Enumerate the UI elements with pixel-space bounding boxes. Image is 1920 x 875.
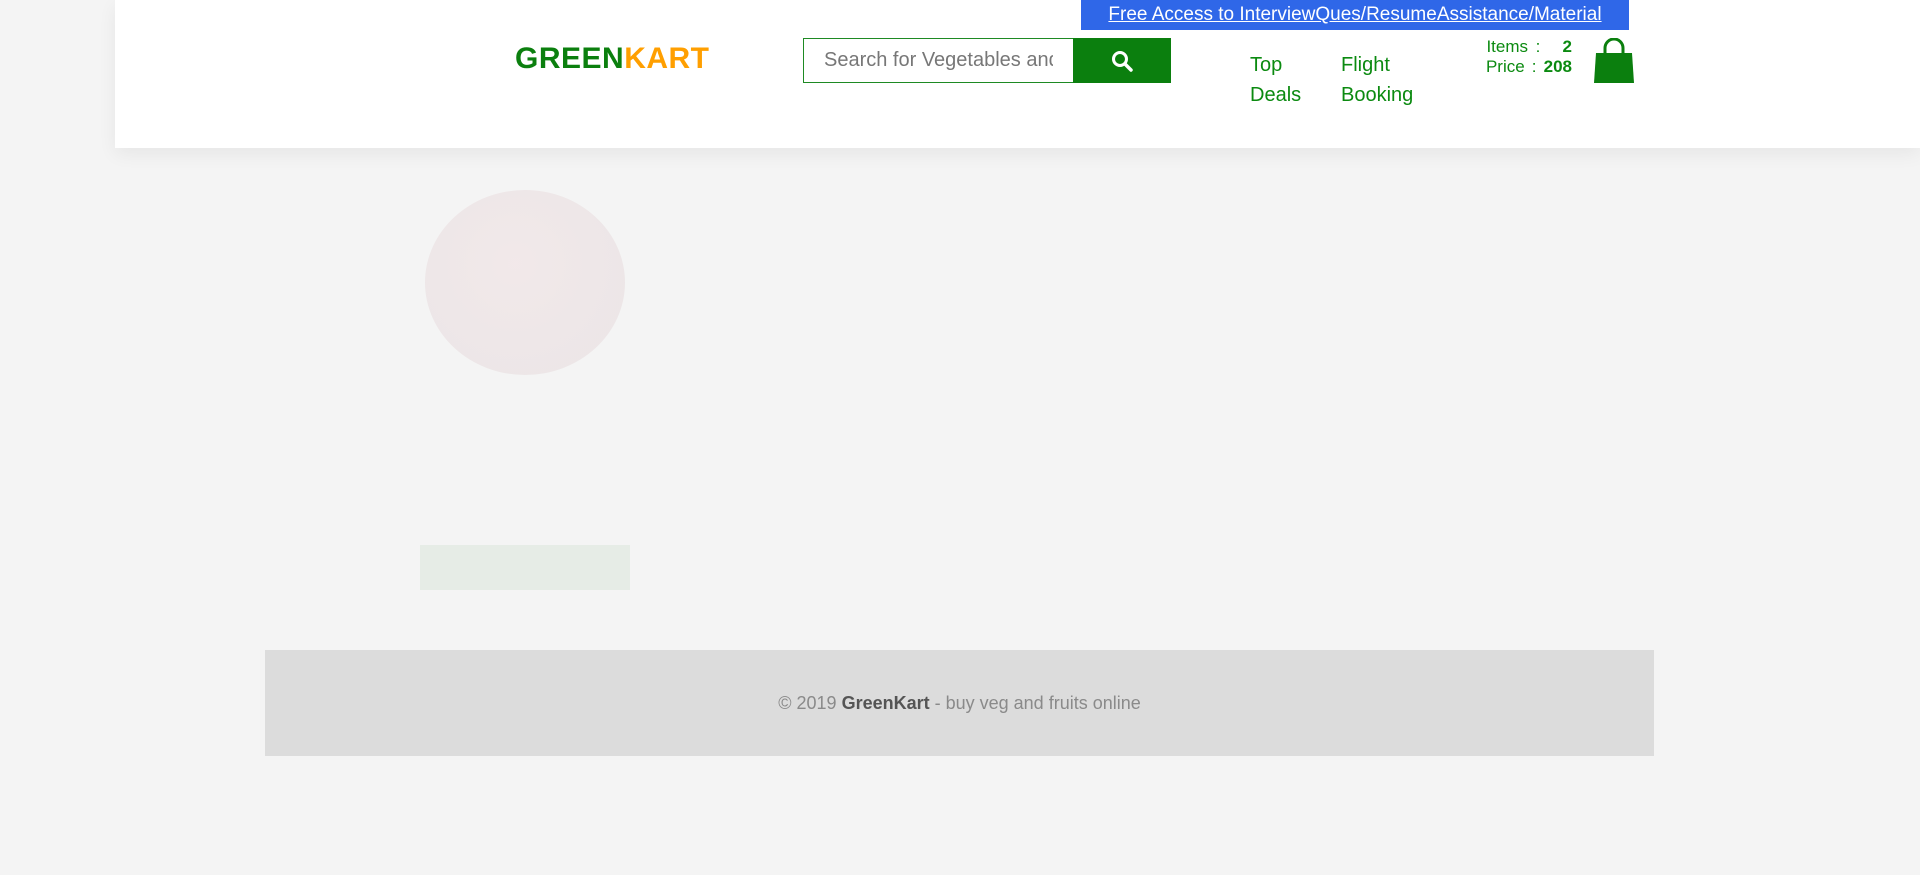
footer-copyright: © 2019 xyxy=(778,692,837,713)
cart-items-label: Items xyxy=(1486,37,1528,56)
search-input[interactable] xyxy=(803,38,1073,83)
product-card-faded xyxy=(415,190,635,610)
cart-price-value: 208 xyxy=(1543,57,1572,76)
shopping-bag-icon xyxy=(1594,37,1634,83)
cart-price-separator: : xyxy=(1531,57,1537,76)
cart-summary: Items : 2 Price : 208 xyxy=(1466,37,1572,77)
site-footer: © 2019 GreenKart - buy veg and fruits on… xyxy=(265,650,1654,756)
cart-items-separator: : xyxy=(1535,37,1541,56)
cart-price-row: Price : 208 xyxy=(1466,57,1572,77)
footer-tagline: - buy veg and fruits online xyxy=(934,692,1141,713)
nav-top-deals-link[interactable]: Top Deals xyxy=(1250,50,1310,110)
cart-price-label: Price xyxy=(1485,57,1525,76)
cart-items-count: 2 xyxy=(1562,37,1572,56)
product-image xyxy=(425,190,625,375)
cart-button[interactable] xyxy=(1593,37,1635,84)
cart-items-row: Items : 2 xyxy=(1466,37,1572,57)
footer-brand: GreenKart xyxy=(841,692,930,713)
nav-flight-booking-link[interactable]: Flight Booking xyxy=(1341,50,1426,110)
logo-green-part: GREEN xyxy=(515,42,625,75)
promo-banner-link[interactable]: Free Access to InterviewQues/ResumeAssis… xyxy=(1081,0,1629,30)
search-button[interactable] xyxy=(1073,38,1171,83)
add-to-cart-button xyxy=(420,545,630,590)
search-icon xyxy=(1112,50,1133,72)
greenkart-logo: GREENKART xyxy=(515,42,710,76)
logo-kart-part: KART xyxy=(624,42,710,75)
